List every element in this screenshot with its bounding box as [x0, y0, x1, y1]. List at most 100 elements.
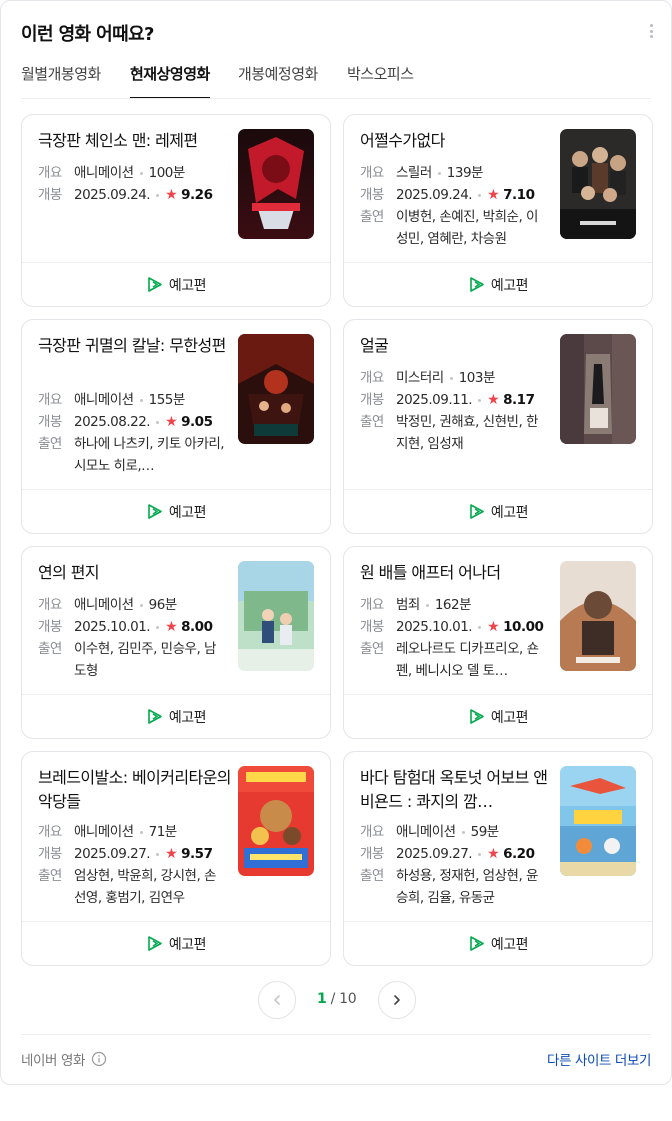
rating: 9.05 — [181, 414, 213, 430]
star-icon: ★ — [487, 187, 500, 203]
release-date: 2025.09.27. — [74, 846, 151, 862]
movie-poster[interactable] — [238, 766, 314, 876]
star-icon: ★ — [165, 187, 178, 203]
rating: 8.00 — [181, 619, 213, 635]
genre: 스릴러 — [396, 165, 432, 181]
movie-title: 극장판 체인소 맨: 레제편 — [38, 131, 198, 150]
movie-poster[interactable] — [560, 129, 636, 239]
movie-poster[interactable] — [560, 561, 636, 671]
movie-card[interactable]: 브레드이발소: 베이커리타운의 악당들 개요 애니메이션 71분 개봉 2025.09… — [21, 751, 331, 966]
movie-info: 개요 애니메이션 96분 개봉 2025.10.01. ★ 8.00 출연 이수현, 김민주… — [38, 594, 234, 682]
release-date: 2025.10.01. — [74, 619, 151, 635]
tab-upcoming[interactable]: 개봉예정영화 — [238, 61, 318, 99]
tab-bar: 월별개봉영화 현재상영영화 개봉예정영화 박스오피스 — [1, 61, 671, 99]
runtime: 162분 — [434, 597, 472, 613]
movie-card[interactable]: 극장판 체인소 맨: 레제편 개요 애니메이션 100분 개봉 2025.09.24.… — [21, 114, 331, 307]
genre: 애니메이션 — [396, 824, 456, 840]
trailer-button[interactable]: 예고편 — [22, 922, 330, 965]
movie-title: 어쩔수가없다 — [360, 131, 445, 150]
movie-poster[interactable] — [238, 561, 314, 671]
movie-title: 얼굴 — [360, 336, 389, 355]
genre: 애니메이션 — [74, 392, 134, 408]
total-pages: / 10 — [330, 991, 357, 1007]
movie-poster[interactable] — [560, 334, 636, 444]
rating: 7.10 — [503, 187, 535, 203]
cast-list: 이수현, 김민주, 민승우, 남도형 — [74, 641, 216, 679]
movie-title: 원 배틀 애프터 어나더 — [360, 563, 501, 582]
movie-info: 개요 애니메이션 71분 개봉 2025.09.27. ★ 9.57 출연 엄상현, 박윤희… — [38, 821, 234, 909]
trailer-button[interactable]: 예고편 — [344, 922, 652, 965]
trailer-button[interactable]: 예고편 — [344, 490, 652, 533]
movie-recommendation-panel: 이런 영화 어때요? 월별개봉영화 현재상영영화 개봉예정영화 박스오피스 극장… — [0, 0, 672, 1085]
release-date: 2025.09.27. — [396, 846, 473, 862]
movie-card[interactable]: 원 배틀 애프터 어나더 개요 범죄 162분 개봉 2025.10.01. ★ 10.0… — [343, 546, 653, 739]
movie-poster[interactable] — [560, 766, 636, 876]
runtime: 100분 — [148, 165, 186, 181]
genre: 범죄 — [396, 597, 420, 613]
play-icon — [470, 709, 484, 724]
rating: 8.17 — [503, 392, 535, 408]
trailer-button[interactable]: 예고편 — [22, 490, 330, 533]
star-icon: ★ — [165, 414, 178, 430]
movie-card[interactable]: 극장판 귀멸의 칼날: 무한성편 개요 애니메이션 155분 개봉 2025.08.2… — [21, 319, 331, 534]
trailer-button[interactable]: 예고편 — [344, 695, 652, 738]
tab-monthly-release[interactable]: 월별개봉영화 — [21, 61, 101, 99]
panel-title: 이런 영화 어때요? — [21, 24, 155, 45]
chevron-right-icon — [394, 995, 400, 1005]
trailer-button[interactable]: 예고편 — [22, 263, 330, 306]
tab-now-showing[interactable]: 현재상영영화 — [130, 61, 210, 99]
play-icon — [148, 277, 162, 292]
runtime: 139분 — [446, 165, 484, 181]
rating: 9.26 — [181, 187, 213, 203]
prev-page-button[interactable] — [258, 981, 296, 1019]
chevron-left-icon — [274, 995, 280, 1005]
movie-title: 극장판 귀멸의 칼날: 무한성편 — [38, 336, 226, 355]
star-icon: ★ — [165, 619, 178, 635]
movie-poster[interactable] — [238, 334, 314, 444]
movie-card[interactable]: 연의 편지 개요 애니메이션 96분 개봉 2025.10.01. ★ 8.00 출연 이수… — [21, 546, 331, 739]
movie-card[interactable]: 바다 탐험대 옥토넛 어보브 앤 비욘드 : 콰지의 깜… 개요 애니메이션 59분… — [343, 751, 653, 966]
genre: 애니메이션 — [74, 165, 134, 181]
genre: 미스터리 — [396, 370, 444, 386]
star-icon: ★ — [487, 392, 500, 408]
cast-list: 레오나르도 디카프리오, 숀 펜, 베니시오 델 토… — [396, 641, 539, 679]
movie-poster[interactable] — [238, 129, 314, 239]
play-icon — [470, 936, 484, 951]
genre: 애니메이션 — [74, 824, 134, 840]
trailer-button[interactable]: 예고편 — [22, 695, 330, 738]
current-page: 1 — [317, 991, 327, 1007]
release-date: 2025.08.22. — [74, 414, 151, 430]
play-icon — [148, 504, 162, 519]
info-icon[interactable] — [91, 1051, 107, 1067]
tab-box-office[interactable]: 박스오피스 — [347, 61, 414, 99]
movie-info: 개요 미스터리 103분 개봉 2025.09.11. ★ 8.17 출연 박정민, 권해효… — [360, 367, 556, 455]
other-sites-link[interactable]: 다른 사이트 더보기 — [547, 1049, 651, 1069]
movie-info: 개요 범죄 162분 개봉 2025.10.01. ★ 10.00 출연 레오나르도 디카프… — [360, 594, 556, 682]
movie-info: 개요 애니메이션 59분 개봉 2025.09.27. ★ 6.20 출연 하성용, 정재헌… — [360, 821, 556, 909]
movie-title: 연의 편지 — [38, 563, 100, 582]
rating: 10.00 — [503, 619, 544, 635]
cast-list: 이병헌, 손예진, 박희순, 이성민, 염혜란, 차승원 — [396, 209, 538, 247]
movie-card[interactable]: 얼굴 개요 미스터리 103분 개봉 2025.09.11. ★ 8.17 출연 박정민, … — [343, 319, 653, 534]
pagination: 1 / 10 — [1, 981, 671, 1021]
star-icon: ★ — [487, 846, 500, 862]
cast-list: 하나에 나츠키, 키토 아카리, 시모노 히로,… — [74, 436, 225, 474]
cast-list: 하성용, 정재헌, 엄상현, 윤승희, 김율, 유동균 — [396, 868, 538, 906]
play-icon — [148, 936, 162, 951]
source-label: 네이버 영화 — [21, 1049, 107, 1069]
play-icon — [470, 504, 484, 519]
release-date: 2025.10.01. — [396, 619, 473, 635]
trailer-button[interactable]: 예고편 — [344, 263, 652, 306]
release-date: 2025.09.24. — [74, 187, 151, 203]
play-icon — [470, 277, 484, 292]
movie-title: 브레드이발소: 베이커리타운의 악당들 — [38, 768, 231, 811]
next-page-button[interactable] — [378, 981, 416, 1019]
cast-list: 엄상현, 박윤희, 강시현, 손선영, 홍범기, 김연우 — [74, 868, 216, 906]
genre: 애니메이션 — [74, 597, 134, 613]
release-date: 2025.09.11. — [396, 392, 473, 408]
more-vertical-icon[interactable] — [645, 21, 657, 41]
runtime: 155분 — [148, 392, 186, 408]
star-icon: ★ — [487, 619, 500, 635]
movie-card[interactable]: 어쩔수가없다 개요 스릴러 139분 개봉 2025.09.24. ★ 7.10 출연 이병… — [343, 114, 653, 307]
cast-list: 박정민, 권해효, 신현빈, 한지현, 임성재 — [396, 414, 538, 452]
